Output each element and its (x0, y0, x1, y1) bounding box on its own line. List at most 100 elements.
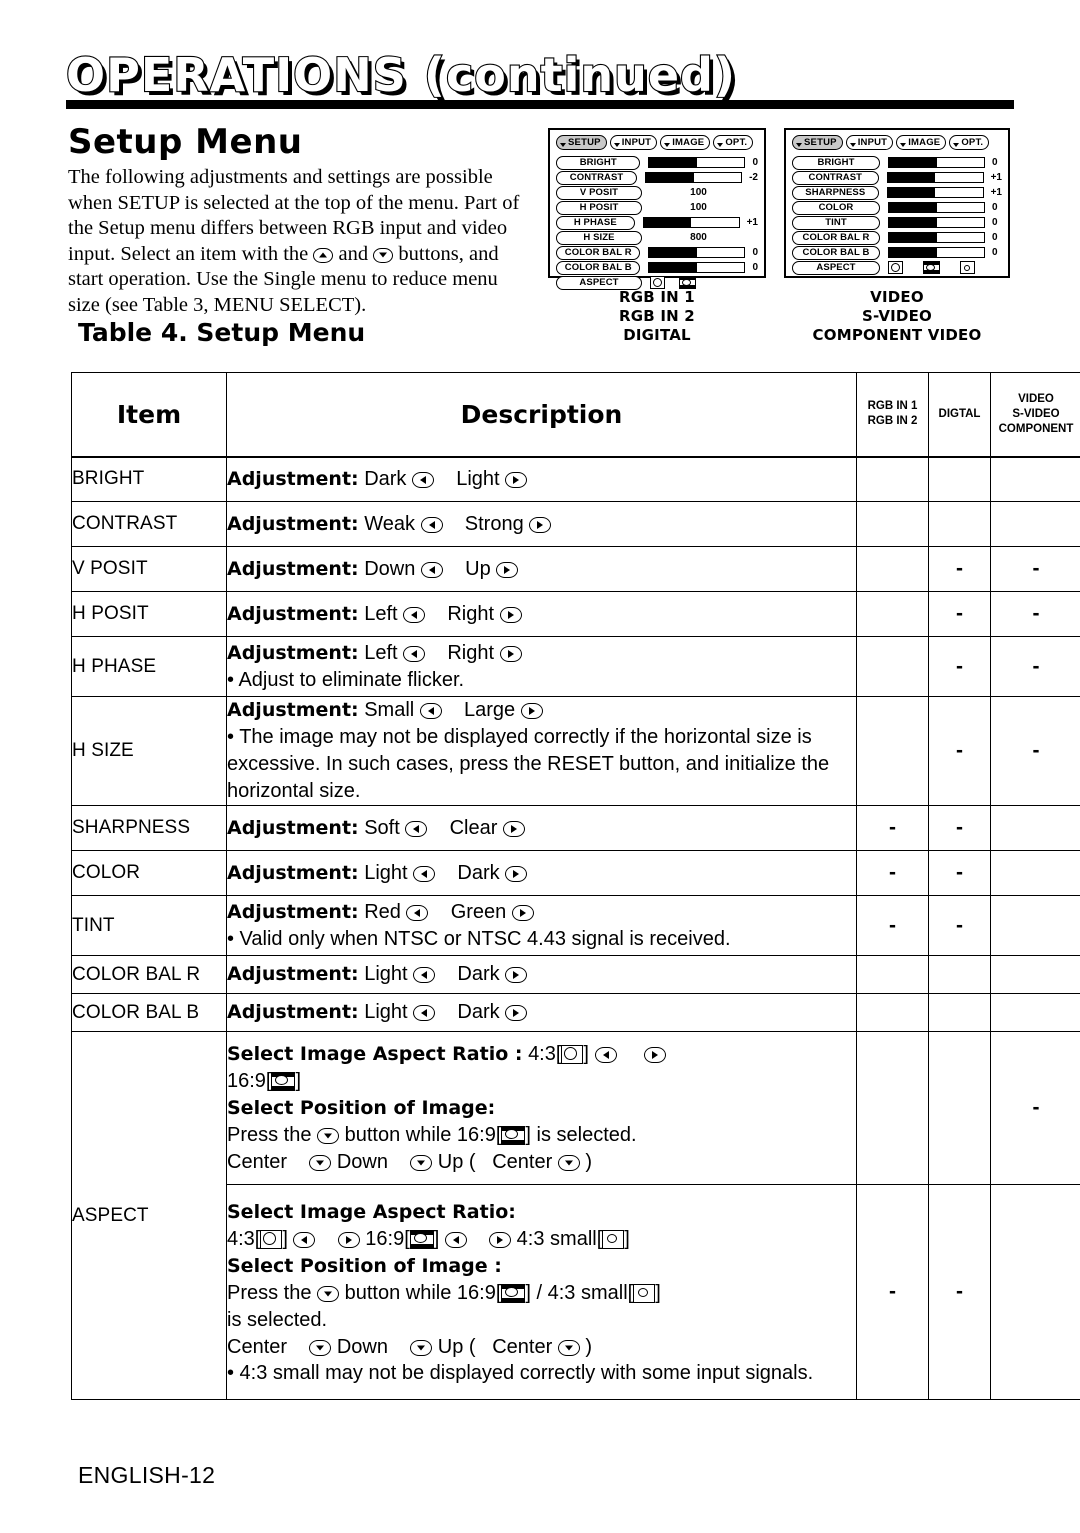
osd-row[interactable]: CONTRAST -2 (556, 171, 758, 185)
osd-row[interactable]: BRIGHT 0 (792, 156, 1002, 170)
osd-tab-input[interactable]: INPUT (609, 135, 658, 150)
osd-tab-opt[interactable]: OPT. (949, 135, 990, 150)
osd-tab-setup[interactable]: SETUP (792, 135, 843, 150)
osd-level-bar[interactable] (645, 172, 743, 184)
right-arrow-button[interactable] (644, 1046, 667, 1063)
osd-row[interactable]: CONTRAST +1 (792, 171, 1002, 185)
down-arrow-button[interactable] (317, 1127, 340, 1144)
down-arrow-button[interactable] (557, 1154, 580, 1171)
osd-tab-opt[interactable]: OPT. (713, 135, 754, 150)
cell-video (990, 1184, 1080, 1400)
left-arrow-button[interactable] (403, 606, 426, 623)
right-arrow-button[interactable] (496, 561, 519, 578)
osd-row-label: TINT (792, 216, 880, 230)
osd-level-bar[interactable] (888, 247, 985, 259)
aspect-16-9-icon (501, 1125, 526, 1145)
row-description: Adjustment: Light Dark (226, 993, 857, 1032)
cell-digital (928, 955, 991, 994)
osd-row[interactable]: ASPECT (792, 261, 1002, 275)
osd-aspect-4-3-icon[interactable] (888, 261, 903, 275)
left-arrow-button[interactable] (419, 703, 442, 719)
right-arrow-button[interactable] (511, 904, 534, 921)
osd-tab-label: INPUT (621, 137, 652, 148)
osd-level-bar[interactable] (648, 247, 746, 259)
right-arrow-button[interactable] (499, 645, 522, 662)
osd-row[interactable]: COLOR BAL B 0 (556, 261, 758, 275)
osd-row[interactable]: COLOR BAL R 0 (556, 246, 758, 260)
down-arrow-button[interactable] (557, 1339, 580, 1356)
chevron-down-icon (796, 142, 802, 147)
left-arrow-button[interactable] (412, 471, 434, 488)
osd-row[interactable]: COLOR BAL R 0 (792, 231, 1002, 245)
osd-tab-input[interactable]: INPUT (845, 135, 894, 150)
osd-row[interactable]: COLOR 0 (792, 201, 1002, 215)
osd-aspect-16-9-icon[interactable] (923, 261, 940, 275)
osd-row[interactable]: BRIGHT 0 (556, 156, 758, 170)
up-button-icon (313, 247, 334, 263)
header-divider (66, 100, 1014, 109)
left-arrow-button[interactable] (293, 1231, 316, 1248)
table-row: BRIGHT Adjustment: Dark Light (71, 456, 1080, 502)
osd-row[interactable]: SHARPNESS +1 (792, 186, 1002, 200)
osd-level-bar[interactable] (888, 202, 985, 214)
osd-screenshot-video: SETUP INPUT IMAGE OPT. BRIGHT 0 CONTRAST +1 SHAR… (784, 128, 1010, 278)
osd-level-bar[interactable] (886, 172, 984, 184)
right-arrow-button[interactable] (505, 865, 528, 882)
cell-video (990, 895, 1080, 956)
ratio-4-3: 4:3[] (528, 1042, 589, 1065)
right-arrow-button[interactable] (505, 471, 528, 488)
down-arrow-button[interactable] (309, 1154, 332, 1171)
right-arrow-button[interactable] (505, 1005, 528, 1021)
option-high: Right (447, 641, 495, 664)
left-arrow-button[interactable] (405, 820, 428, 837)
osd-level-bar[interactable] (888, 232, 985, 244)
osd-row[interactable]: COLOR BAL B 0 (792, 246, 1002, 260)
osd-value: 0 (992, 202, 998, 214)
right-arrow-button[interactable] (489, 1231, 512, 1248)
osd-aspect-4-3-small-icon[interactable] (960, 261, 975, 275)
right-arrow-button[interactable] (520, 703, 543, 719)
row-note: • The image may not be displayed correct… (227, 726, 830, 802)
osd-level-bar[interactable] (888, 217, 985, 229)
right-arrow-button[interactable] (505, 967, 528, 983)
left-arrow-button[interactable] (413, 865, 436, 882)
down-arrow-button[interactable] (309, 1339, 332, 1356)
cell-rgb (856, 955, 929, 994)
osd-level-bar[interactable] (886, 187, 984, 199)
cell-rgb (856, 696, 929, 806)
osd-level-bar[interactable] (648, 157, 746, 169)
right-arrow-button[interactable] (499, 606, 522, 623)
chevron-down-icon (664, 142, 671, 147)
left-arrow-button[interactable] (406, 904, 429, 921)
left-arrow-button[interactable] (413, 1005, 436, 1021)
left-arrow-button[interactable] (403, 645, 426, 662)
left-arrow-button[interactable] (420, 561, 443, 578)
osd-row[interactable]: V POSIT 100 (556, 186, 758, 200)
left-arrow-button[interactable] (420, 516, 443, 533)
right-arrow-button[interactable] (502, 820, 525, 837)
osd-level-bar[interactable] (888, 157, 985, 169)
row-item-label: BRIGHT (71, 456, 227, 502)
down-arrow-button[interactable] (410, 1154, 433, 1171)
osd-tab-setup[interactable]: SETUP (556, 135, 607, 150)
down-arrow-button[interactable] (410, 1339, 433, 1356)
down-arrow-button[interactable] (317, 1285, 340, 1302)
left-arrow-button[interactable] (594, 1046, 617, 1063)
aspect-4-3-small-icon (602, 1229, 625, 1249)
osd-tab-label: IMAGE (908, 137, 941, 148)
osd-row[interactable]: H POSIT 100 (556, 201, 758, 215)
right-arrow-button[interactable] (337, 1231, 360, 1248)
osd-row[interactable]: H PHASE +1 (556, 216, 758, 230)
left-arrow-button[interactable] (413, 967, 436, 983)
osd-tab-image[interactable]: IMAGE (896, 135, 947, 150)
left-arrow-button[interactable] (444, 1231, 467, 1248)
osd-tab-label: INPUT (857, 137, 888, 148)
option-low: Left (364, 602, 398, 625)
osd-level-bar[interactable] (642, 217, 740, 229)
osd-level-bar[interactable] (648, 262, 746, 274)
osd-tab-image[interactable]: IMAGE (660, 135, 711, 150)
right-arrow-button[interactable] (529, 516, 552, 533)
osd-row[interactable]: TINT 0 (792, 216, 1002, 230)
osd-row[interactable]: H SIZE 800 (556, 231, 758, 245)
cell-video: - (990, 591, 1080, 637)
